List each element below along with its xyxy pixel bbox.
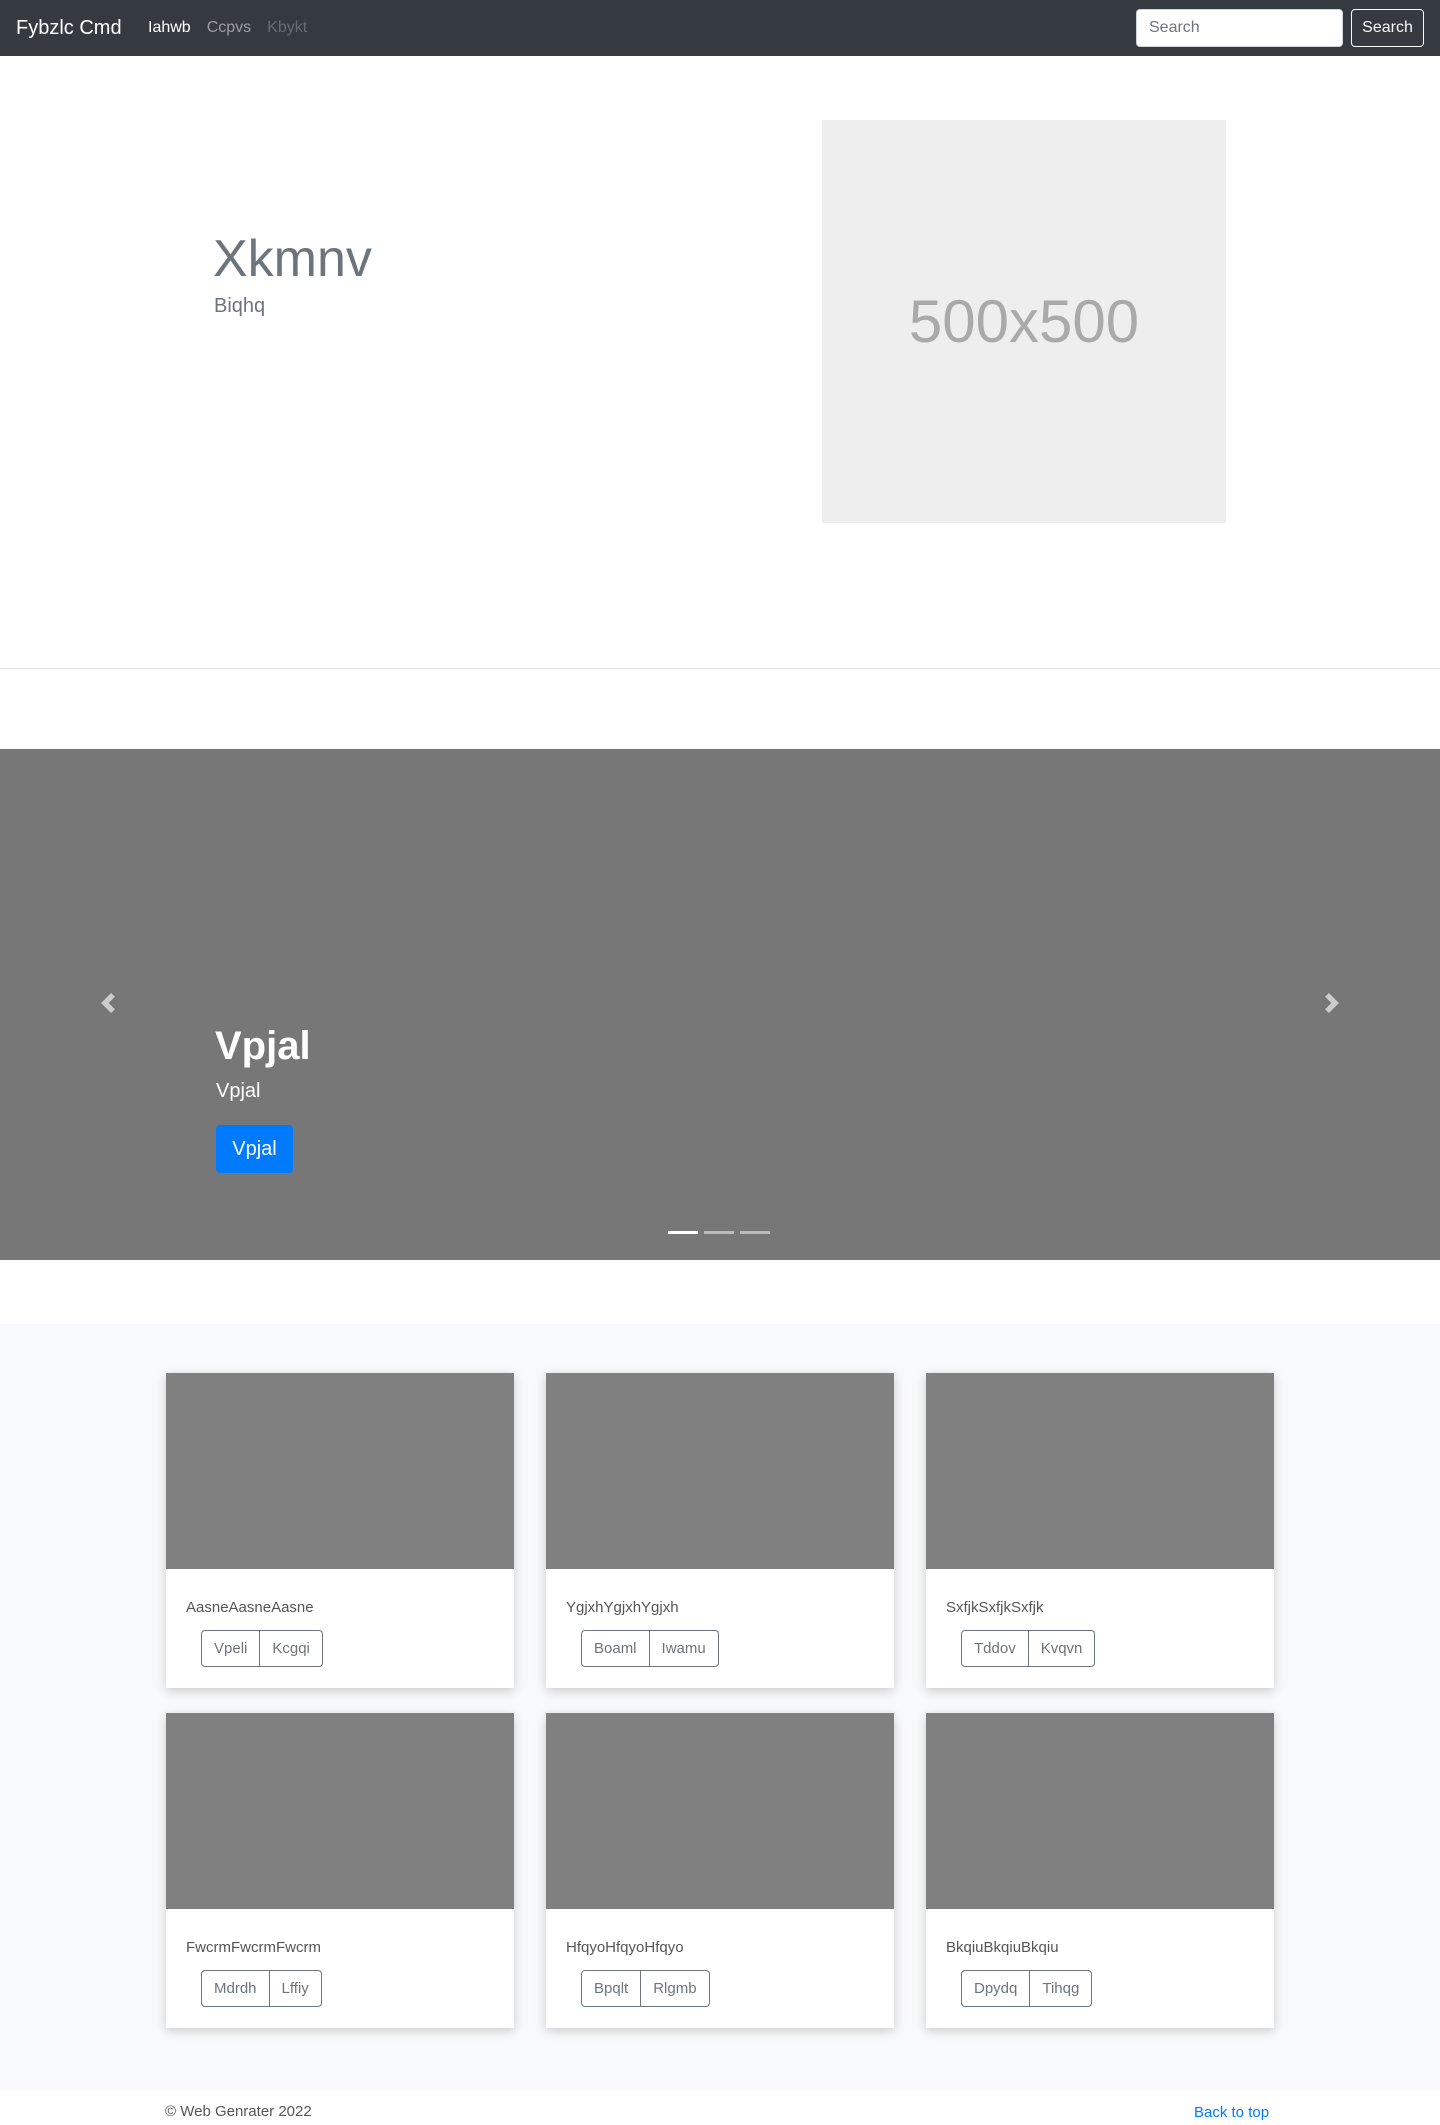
card: SxfjkSxfjkSxfjk Tddov Kvqvn — [926, 1373, 1274, 1688]
card-button-group: Boaml Iwamu — [581, 1630, 719, 1667]
card: BkqiuBkqiuBkqiu Dpydq Tihqg — [926, 1713, 1274, 2028]
card-button-1[interactable]: Boaml — [581, 1630, 650, 1667]
carousel-caption-subtitle: Vpjal — [216, 1080, 261, 1102]
nav-link-iahwb[interactable]: Iahwb — [140, 18, 199, 38]
card-text: SxfjkSxfjkSxfjk — [946, 1599, 1044, 1616]
card-image — [926, 1373, 1274, 1569]
card: HfqyoHfqyoHfqyo Bpqlt Rlgmb — [546, 1713, 894, 2028]
card-button-1[interactable]: Bpqlt — [581, 1970, 642, 2007]
search-input[interactable] — [1136, 9, 1343, 47]
carousel-indicator-3[interactable] — [740, 1231, 770, 1234]
card-text: HfqyoHfqyoHfqyo — [566, 1939, 684, 1956]
card-button-1[interactable]: Vpeli — [201, 1630, 261, 1667]
carousel-indicators — [668, 1231, 770, 1234]
card-image — [166, 1373, 514, 1569]
card-button-1[interactable]: Dpydq — [961, 1970, 1031, 2007]
chevron-right-icon — [1325, 993, 1339, 1013]
navbar: Fybzlc Cmd Iahwb Ccpvs Kbykt Search — [0, 0, 1440, 56]
album-section: AasneAasneAasne Vpeli Kcgqi YgjxhYgjxhYg… — [0, 1324, 1440, 2090]
card-button-group: Tddov Kvqvn — [961, 1630, 1096, 1667]
carousel-next-button[interactable] — [1317, 985, 1347, 1021]
hero-subtitle: Biqhq — [214, 295, 266, 317]
back-to-top-link[interactable]: Back to top — [1194, 2104, 1269, 2122]
card-button-2[interactable]: Rlgmb — [641, 1970, 710, 2007]
hero-image-label: 500x500 — [908, 288, 1140, 355]
card-button-1[interactable]: Tddov — [961, 1630, 1029, 1667]
card: FwcrmFwcrmFwcrm Mdrdh Lffiy — [166, 1713, 514, 2028]
section-divider — [0, 668, 1440, 669]
carousel-caption-title: Vpjal — [215, 1024, 311, 1068]
card-text: AasneAasneAasne — [186, 1599, 314, 1616]
card-image — [546, 1373, 894, 1569]
card-image — [546, 1713, 894, 1909]
card-image — [166, 1713, 514, 1909]
card-text: BkqiuBkqiuBkqiu — [946, 1939, 1059, 1956]
card-button-2[interactable]: Tihqg — [1030, 1970, 1093, 2007]
footer-copyright: © Web Genrater 2022 — [165, 2103, 312, 2120]
card-image — [926, 1713, 1274, 1909]
card-text: FwcrmFwcrmFwcrm — [186, 1939, 321, 1956]
card-button-2[interactable]: Iwamu — [649, 1630, 719, 1667]
carousel: Vpjal Vpjal Vpjal — [0, 749, 1440, 1260]
hero-title: Xkmnv — [213, 230, 372, 288]
navbar-brand[interactable]: Fybzlc Cmd — [16, 14, 122, 42]
card: YgjxhYgjxhYgjxh Boaml Iwamu — [546, 1373, 894, 1688]
nav-link-kbykt: Kbykt — [267, 19, 308, 36]
search-button[interactable]: Search — [1351, 9, 1424, 47]
nav-link-ccpvs[interactable]: Ccpvs — [199, 18, 259, 38]
card-button-2[interactable]: Lffiy — [269, 1970, 322, 2007]
card-button-2[interactable]: Kcgqi — [260, 1630, 323, 1667]
chevron-left-icon — [101, 993, 115, 1013]
card-button-group: Bpqlt Rlgmb — [581, 1970, 710, 2007]
carousel-indicator-2[interactable] — [704, 1231, 734, 1234]
carousel-cta-button[interactable]: Vpjal — [216, 1125, 293, 1173]
nav-links: Iahwb Ccpvs Kbykt — [140, 18, 315, 38]
card-button-1[interactable]: Mdrdh — [201, 1970, 270, 2007]
card-button-group: Vpeli Kcgqi — [201, 1630, 323, 1667]
hero-placeholder-image: 500x500 — [822, 120, 1226, 523]
carousel-indicator-1[interactable] — [668, 1231, 698, 1234]
card-button-group: Dpydq Tihqg — [961, 1970, 1093, 2007]
carousel-prev-button[interactable] — [93, 985, 123, 1021]
card-button-group: Mdrdh Lffiy — [201, 1970, 322, 2007]
card: AasneAasneAasne Vpeli Kcgqi — [166, 1373, 514, 1688]
card-button-2[interactable]: Kvqvn — [1028, 1630, 1096, 1667]
card-text: YgjxhYgjxhYgjxh — [566, 1599, 679, 1616]
